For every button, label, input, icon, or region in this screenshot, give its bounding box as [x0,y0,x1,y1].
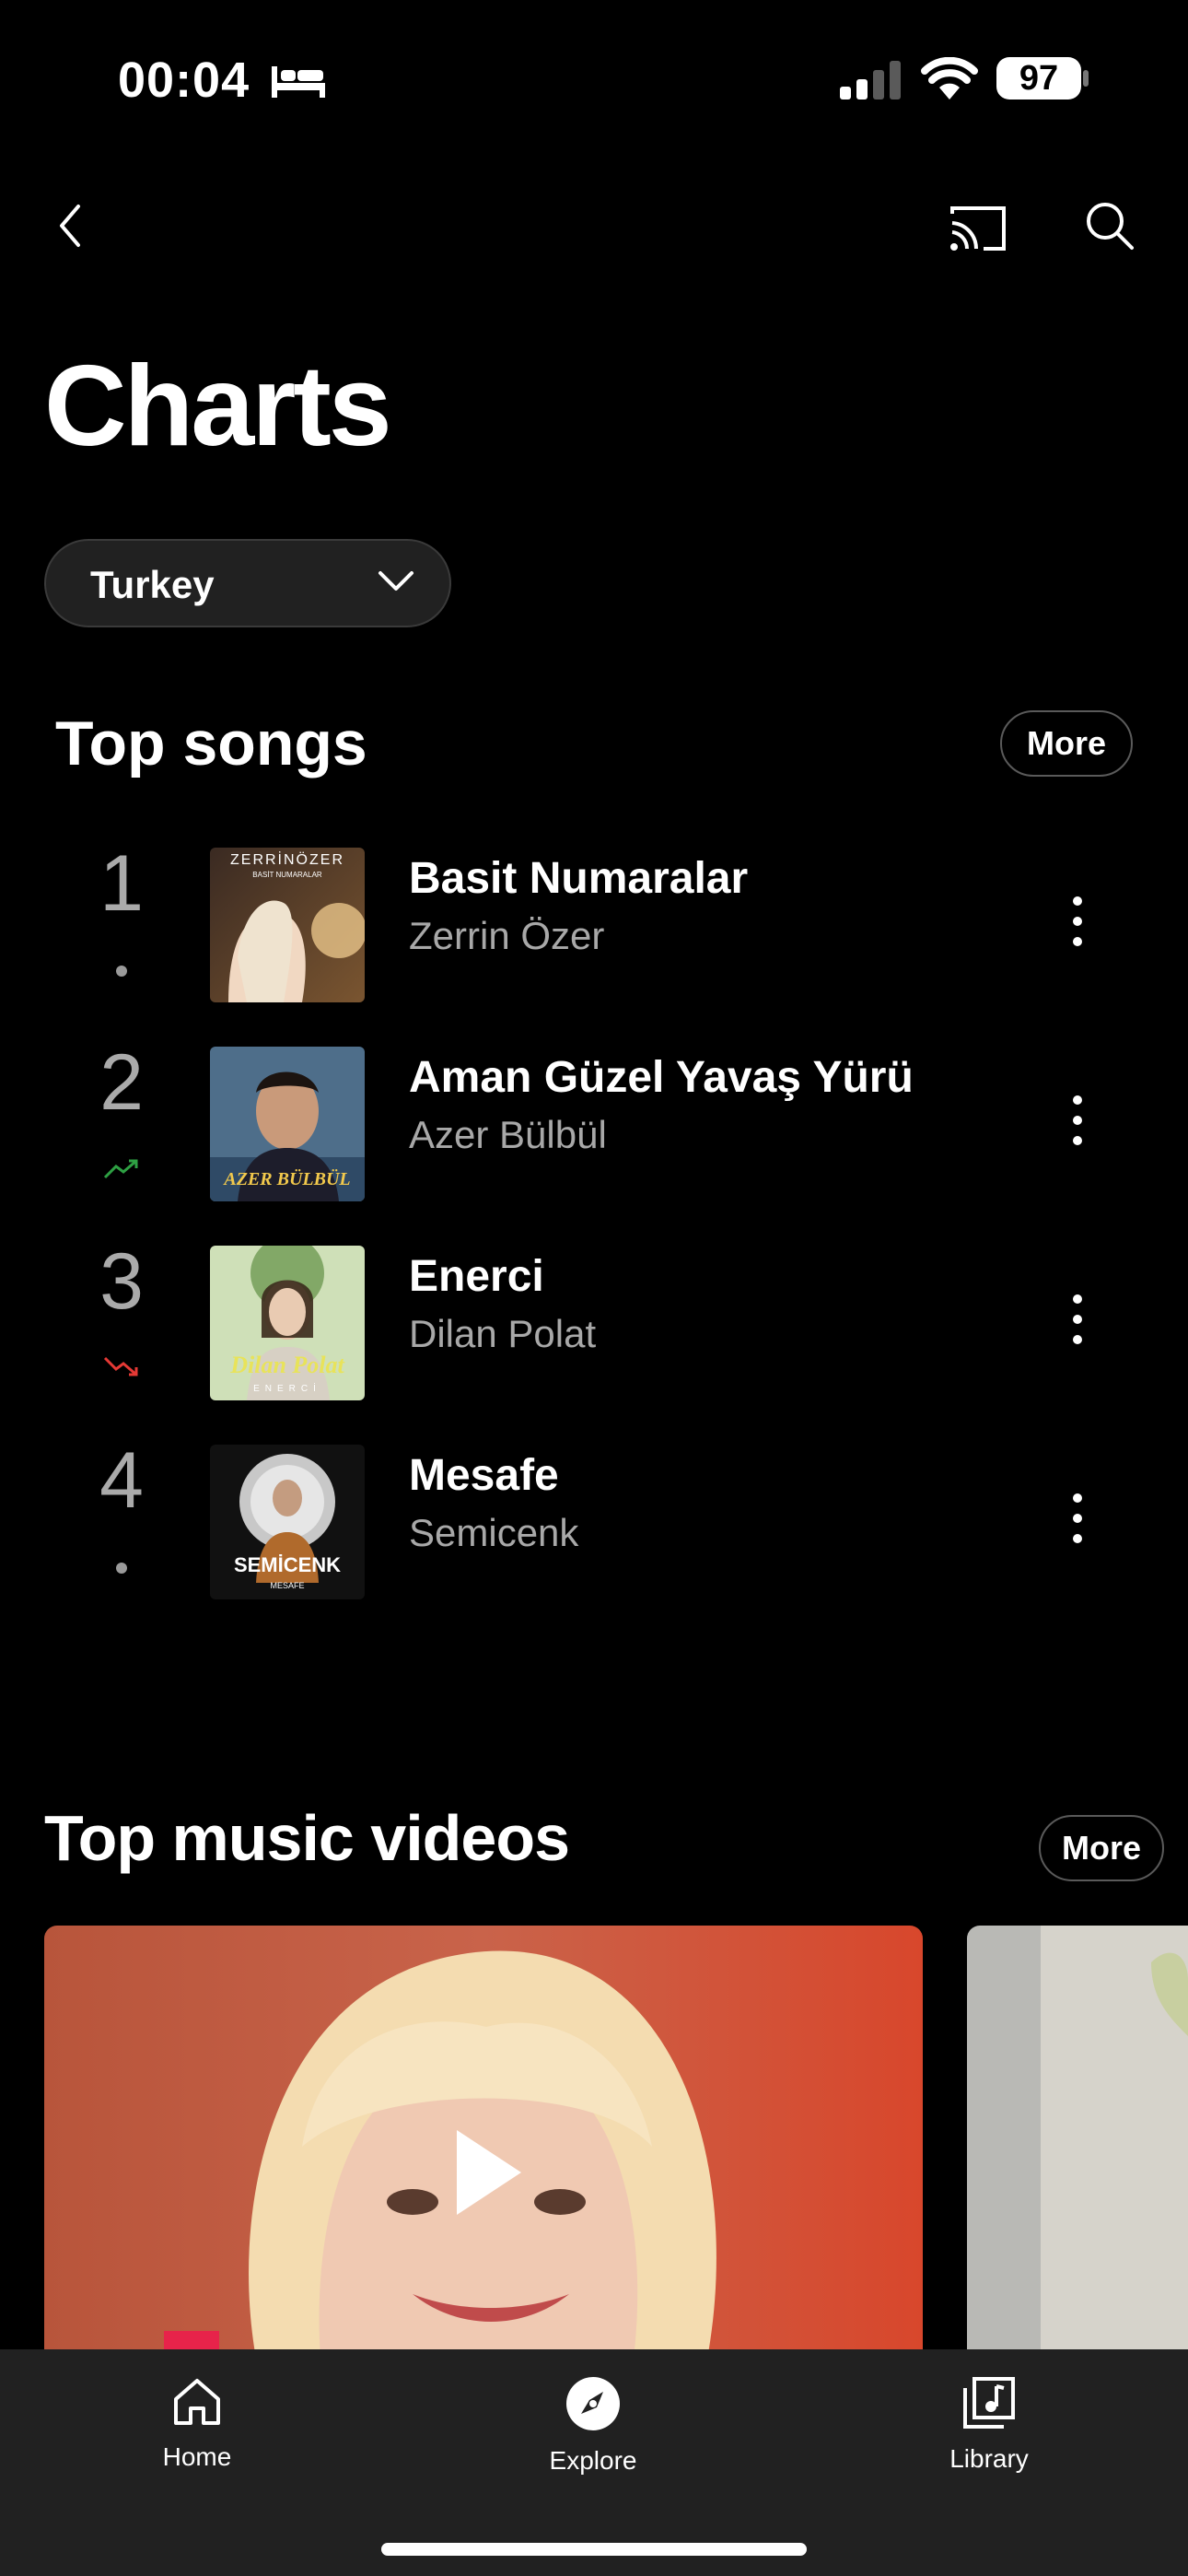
song-row[interactable]: 1 ZERRİNÖZER BASİT NUMARALAR Basit Numar… [0,829,1188,1002]
song-row[interactable]: 3 Dilan Polat ENERCİ Enerci Dilan Polat [0,1227,1188,1400]
country-value: Turkey [90,563,215,606]
song-title: Basit Numaralar [409,854,749,903]
top-songs-more-button[interactable]: More [1000,710,1133,777]
chevron-down-icon [379,571,413,591]
chevron-left-icon [60,205,80,247]
nav-home[interactable]: Home [105,2375,289,2472]
song-artist: Semicenk [409,1511,579,1554]
battery-indicator: 97 [996,57,1081,100]
song-title: Enerci [409,1252,544,1301]
song-title: Mesafe [409,1451,559,1500]
song-artist: Azer Bülbül [409,1113,607,1156]
nav-library-label: Library [949,2444,1029,2473]
album-art: AZER BÜLBÜL [210,1047,365,1201]
album-art: ZERRİNÖZER BASİT NUMARALAR [210,848,365,1002]
top-music-videos-heading: Top music videos [44,1802,570,1874]
nav-explore-label: Explore [549,2446,637,2475]
explore-icon [566,2377,620,2430]
more-vert-icon[interactable] [1059,1083,1096,1157]
search-button[interactable] [1077,193,1142,258]
album-art-subtitle: BASİT NUMARALAR [252,871,322,879]
home-indicator [381,2543,807,2556]
album-art-subtitle: ENERCİ [253,1382,321,1394]
trend-neutral-icon [116,1563,127,1574]
status-bar: 00:04 97 [0,0,1188,157]
nav-explore[interactable]: Explore [501,2375,685,2476]
battery-tip [1083,70,1089,87]
country-dropdown[interactable]: Turkey [44,539,451,627]
song-artist: Dilan Polat [409,1312,597,1355]
song-rank: 4 [99,1436,144,1525]
top-videos-more-button[interactable]: More [1039,1815,1164,1881]
cell-signal-icon [840,61,901,100]
album-art-title: SEMİCENK [234,1553,341,1576]
song-rank: 3 [99,1237,144,1326]
cast-icon [950,206,1006,251]
library-icon [963,2377,1015,2429]
sleep-bed-icon [272,66,325,98]
song-artist: Zerrin Özer [409,914,605,957]
album-art: Dilan Polat ENERCİ [210,1246,365,1400]
album-art-subtitle: MESAFE [270,1581,304,1590]
song-rank: 1 [99,839,144,928]
video-thumbnail[interactable] [967,1926,1188,2359]
video-thumbnail[interactable] [44,1926,923,2359]
search-icon [1087,203,1134,250]
trend-up-icon [103,1159,138,1179]
cast-button[interactable] [941,195,1015,260]
wifi-icon [921,57,978,100]
nav-home-label: Home [162,2442,232,2471]
back-button[interactable] [42,193,98,258]
trend-down-icon [103,1356,138,1376]
nav-library[interactable]: Library [897,2375,1081,2474]
more-vert-icon[interactable] [1059,884,1096,958]
album-art-title: ZERRİNÖZER [230,850,344,868]
song-rank: 2 [99,1038,144,1127]
status-time: 00:04 [118,53,250,108]
song-title: Aman Güzel Yavaş Yürü [409,1053,914,1102]
more-vert-icon[interactable] [1059,1282,1096,1356]
song-row[interactable]: 4 SEMİCENK MESAFE Mesafe Semicenk [0,1426,1188,1599]
song-row[interactable]: 2 AZER BÜLBÜL Aman Güzel Yavaş Yürü Azer… [0,1028,1188,1201]
play-icon[interactable] [451,2126,525,2219]
top-songs-heading: Top songs [55,708,367,779]
album-art-title: Dilan Polat [229,1352,344,1378]
home-icon [174,2379,220,2425]
trend-neutral-icon [116,966,127,977]
page-title: Charts [44,343,392,470]
more-vert-icon[interactable] [1059,1481,1096,1555]
album-art-title: AZER BÜLBÜL [222,1168,350,1189]
album-art: SEMİCENK MESAFE [210,1445,365,1599]
